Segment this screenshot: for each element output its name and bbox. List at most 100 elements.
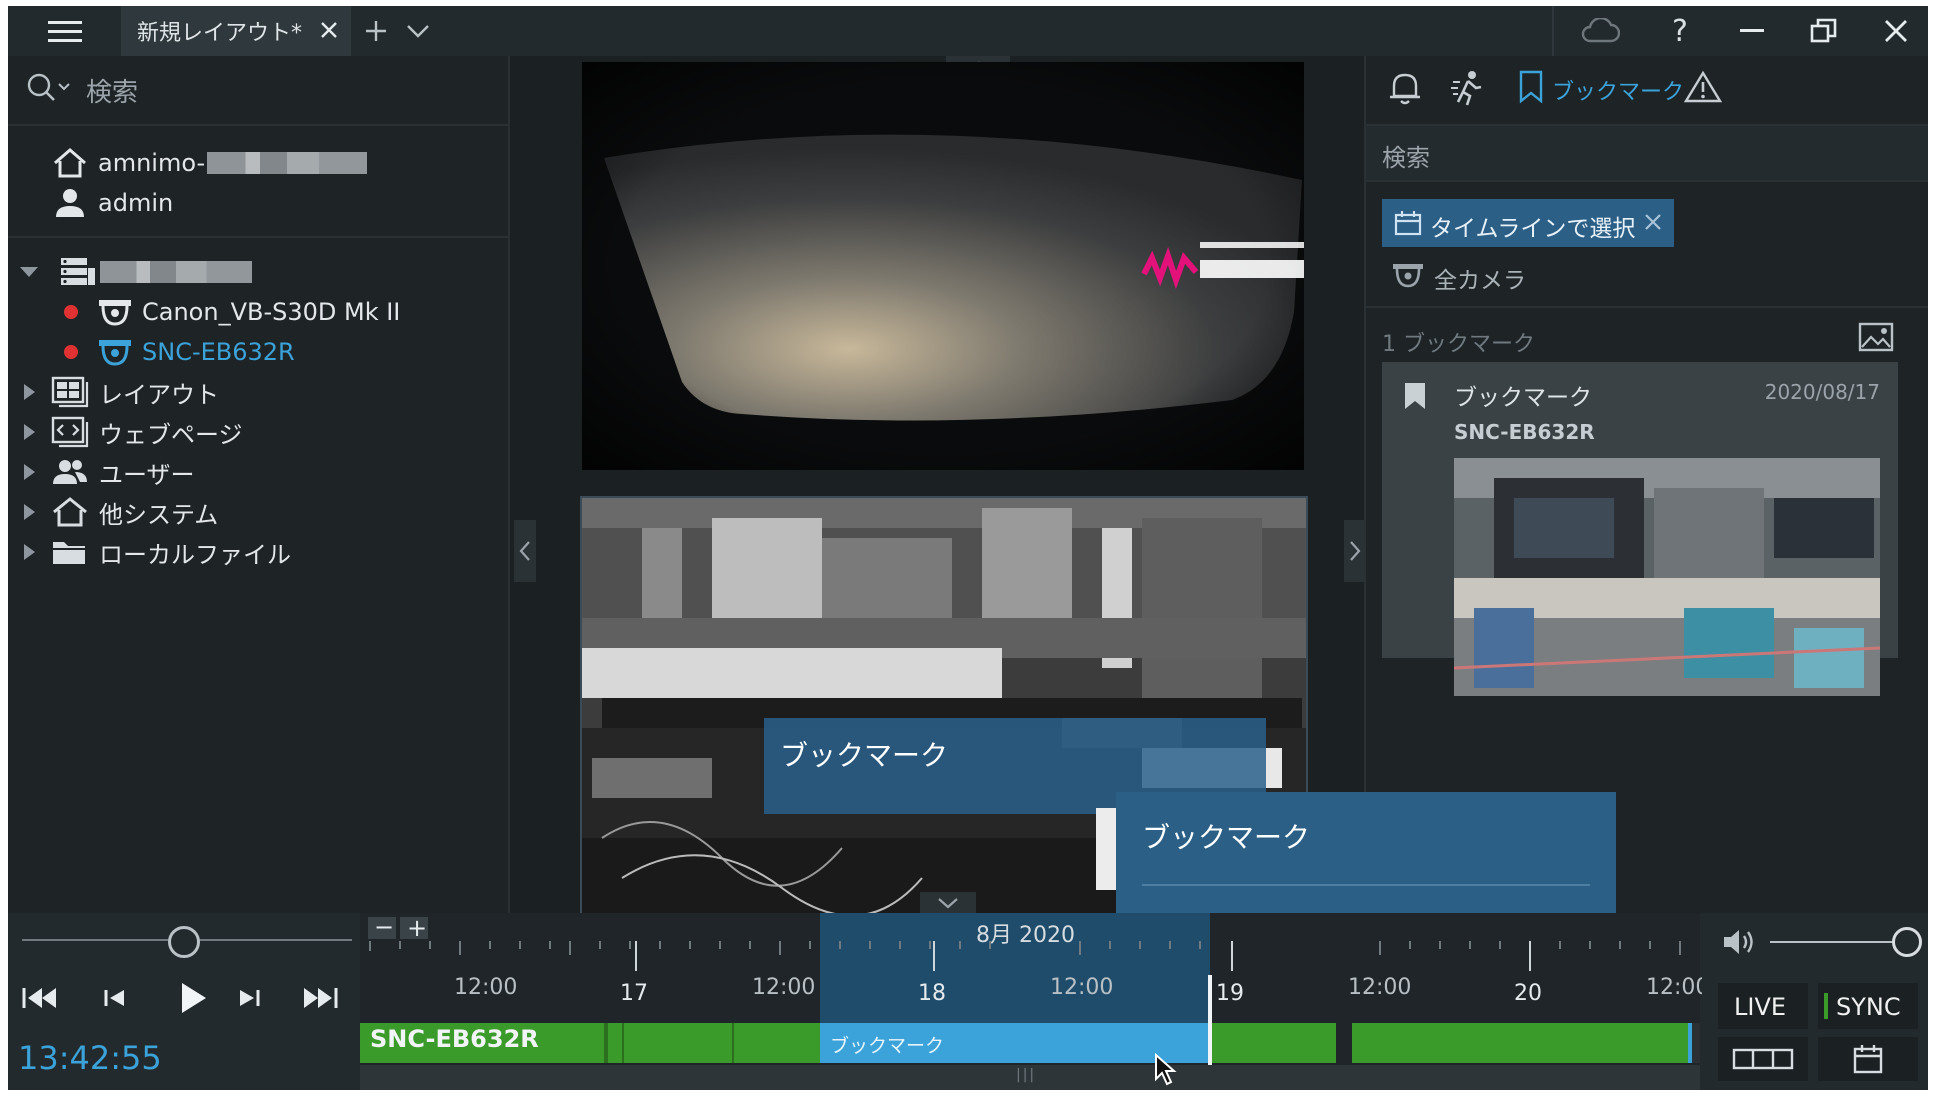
- sync-button[interactable]: SYNC: [1818, 983, 1918, 1029]
- close-tab-button[interactable]: [319, 20, 339, 40]
- resource-tree-panel: 検索 amnimo- admin Canon_VB-S30D Mk II SNC…: [8, 56, 510, 913]
- close-icon: [321, 22, 337, 38]
- camera-dome-icon: [99, 300, 131, 326]
- help-button[interactable]: ?: [1648, 6, 1712, 56]
- collapsed-caret-icon: [24, 424, 35, 440]
- bookmark-search-field[interactable]: 検索: [1366, 124, 1928, 182]
- tab-motion[interactable]: [1450, 70, 1490, 110]
- live-button[interactable]: LIVE: [1718, 983, 1808, 1029]
- close-icon: [1885, 20, 1907, 42]
- volume-button[interactable]: [1722, 927, 1758, 957]
- tree-item-webpage[interactable]: ウェブページ: [24, 413, 243, 451]
- chevron-right-icon: [1350, 541, 1361, 561]
- thumbnail-toggle-button[interactable]: [1858, 322, 1894, 352]
- calendar-icon: [1394, 211, 1422, 236]
- motion-icon: [1451, 71, 1482, 106]
- bookmark-segment[interactable]: ブックマーク: [820, 1023, 1210, 1063]
- previous-chunk-button[interactable]: [20, 978, 64, 1022]
- thumbnails-button[interactable]: [1718, 1037, 1808, 1081]
- speed-slider-handle[interactable]: [168, 926, 200, 958]
- restore-icon: [1810, 18, 1837, 43]
- collapse-right-handle[interactable]: [1344, 520, 1366, 582]
- collapse-left-handle[interactable]: [514, 520, 536, 582]
- bookmark-icon: [1519, 70, 1543, 104]
- filter-chip-timeline[interactable]: タイムラインで選択: [1382, 199, 1674, 247]
- tree-item-users[interactable]: ユーザー: [24, 453, 195, 491]
- tab-bookmarks[interactable]: ブックマーク: [1508, 56, 1684, 127]
- tree-item-layout[interactable]: レイアウト: [24, 373, 219, 411]
- tree-item-local-files[interactable]: ローカルファイル: [24, 533, 291, 571]
- tree-item-other-systems[interactable]: 他システム: [24, 493, 218, 531]
- restore-button[interactable]: [1792, 6, 1856, 56]
- collapse-bottom-handle[interactable]: [920, 892, 976, 914]
- camera-track[interactable]: SNC-EB632R ブックマーク: [360, 1023, 1700, 1063]
- add-tab-button[interactable]: [358, 6, 394, 56]
- current-time: 13:42:55: [18, 1039, 162, 1077]
- bookmark-card-title: ブックマーク: [1454, 385, 1592, 411]
- chevron-left-icon: [519, 541, 530, 561]
- camera-item-snc[interactable]: SNC-EB632R: [64, 333, 295, 371]
- volume-slider-track[interactable]: [1770, 941, 1906, 943]
- camera-item-canon[interactable]: Canon_VB-S30D Mk II: [64, 293, 400, 331]
- server-group[interactable]: [18, 253, 252, 291]
- camera-view-1[interactable]: [582, 62, 1304, 470]
- search-input[interactable]: 検索: [86, 72, 138, 109]
- chevron-down-icon: [938, 898, 958, 909]
- step-back-icon: [104, 990, 124, 1006]
- tick-label: 12:00: [752, 975, 816, 1000]
- close-window-button[interactable]: [1864, 6, 1928, 56]
- app-window: 新規レイアウト* ? 検索 amnimo- admin Canon_VB-S30…: [8, 6, 1928, 1090]
- bookmark-thumbnail-image: [1454, 458, 1880, 696]
- sync-indicator: [1824, 993, 1828, 1019]
- cloud-button[interactable]: [1568, 6, 1632, 56]
- filmstrip-icon: [1732, 1048, 1794, 1070]
- notification-panel: ブックマーク 検索 タイムラインで選択 全カメラ 1 ブックマーク ブックマーク…: [1364, 56, 1928, 913]
- tick-label: 19: [1216, 981, 1244, 1006]
- filter-all-cameras[interactable]: 全カメラ: [1382, 252, 1682, 296]
- tick-label: 12:00: [454, 975, 518, 1000]
- bookmark-overlay-label: ブックマーク: [780, 739, 949, 772]
- playback-panel: 13:42:55 − + 8月 2020 12:00 17 12:00 18 1…: [8, 913, 1928, 1090]
- search-bar[interactable]: 検索: [8, 56, 508, 126]
- next-chunk-button[interactable]: [300, 978, 344, 1022]
- bookmark-card[interactable]: ブックマーク 2020/08/17 SNC-EB632R: [1382, 362, 1898, 696]
- next-frame-button[interactable]: [234, 978, 274, 1022]
- bell-icon: [1390, 73, 1420, 105]
- volume-slider-handle[interactable]: [1892, 927, 1922, 957]
- recording-gap: [604, 1023, 608, 1063]
- bookmark-search-placeholder: 検索: [1382, 144, 1430, 172]
- tab-notifications[interactable]: [1388, 70, 1428, 110]
- tree-item-label: ローカルファイル: [99, 540, 291, 569]
- timeline-scrollbar[interactable]: |||: [360, 1065, 1700, 1090]
- bookmark-thumbnail[interactable]: [1454, 458, 1880, 696]
- calendar-button[interactable]: [1818, 1037, 1918, 1081]
- tree-item-label: ウェブページ: [99, 420, 243, 449]
- camera-dome-icon: [99, 340, 131, 366]
- user-name: admin: [98, 189, 174, 217]
- tick-label: 18: [918, 981, 946, 1006]
- main-menu-button[interactable]: [8, 6, 121, 56]
- minimize-button[interactable]: [1720, 6, 1784, 56]
- previous-frame-button[interactable]: [100, 978, 140, 1022]
- tick-label: 12:00: [1348, 975, 1412, 1000]
- tree-item-label: 他システム: [99, 500, 219, 529]
- recording-gap: [622, 1023, 624, 1063]
- remove-filter-button[interactable]: [1644, 213, 1662, 231]
- tick-label: 12:00: [1646, 975, 1710, 1000]
- play-icon: [182, 983, 206, 1013]
- layout-tab[interactable]: 新規レイアウト*: [121, 6, 351, 56]
- play-button[interactable]: [172, 975, 216, 1025]
- site-item[interactable]: amnimo-: [52, 144, 368, 182]
- redacted-text: [207, 152, 368, 174]
- user-item[interactable]: admin: [52, 184, 173, 222]
- tab-list-button[interactable]: [400, 6, 436, 56]
- users-icon: [53, 460, 87, 484]
- collapsed-caret-icon: [24, 504, 35, 520]
- tick-label: 20: [1514, 981, 1542, 1006]
- collapsed-caret-icon: [24, 544, 35, 560]
- tab-warnings[interactable]: [1684, 70, 1724, 110]
- timeline[interactable]: − + 8月 2020 12:00 17 12:00 18 12:00 19 1…: [360, 913, 1709, 1090]
- zoom-out-button[interactable]: −: [368, 913, 396, 941]
- camera-track-label: SNC-EB632R: [370, 1025, 539, 1053]
- zoom-in-button[interactable]: +: [400, 914, 428, 942]
